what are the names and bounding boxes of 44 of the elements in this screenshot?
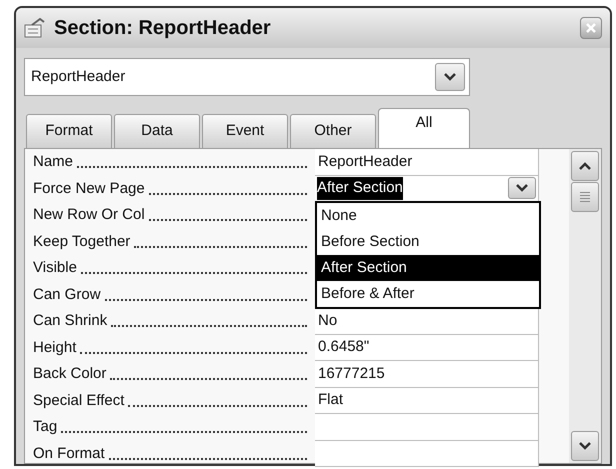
dropdown-button[interactable] <box>435 63 465 91</box>
scroll-down-button[interactable] <box>571 431 599 461</box>
property-value[interactable]: No <box>315 308 539 334</box>
tab[interactable]: Other <box>290 114 376 148</box>
property-label: Can Shrink <box>33 311 108 331</box>
chevron-up-icon <box>579 162 591 170</box>
property-label: On Format <box>33 444 105 464</box>
tab[interactable]: Event <box>202 114 288 148</box>
close-icon <box>585 22 597 34</box>
object-selector[interactable]: ReportHeader <box>24 58 470 96</box>
property-label: Can Grow <box>33 284 101 304</box>
property-label: Keep Together <box>33 232 130 252</box>
dropdown-button[interactable] <box>508 177 536 200</box>
dropdown-option[interactable]: After Section <box>317 255 539 281</box>
scroll-thumb[interactable] <box>571 182 599 212</box>
property-label: Special Effect <box>33 390 124 410</box>
scroll-up-button[interactable] <box>571 151 599 181</box>
property-label: Back Color <box>33 364 106 384</box>
property-label: Tag <box>33 417 58 437</box>
property-label: Height <box>33 338 76 358</box>
property-value[interactable]: 0.6458" <box>315 334 539 361</box>
property-label: Visible <box>33 258 77 278</box>
property-value[interactable]: ReportHeader <box>315 149 539 176</box>
scrollbar[interactable] <box>569 149 601 463</box>
chevron-down-icon <box>444 73 456 81</box>
property-value[interactable]: 16777215 <box>315 361 539 388</box>
tab[interactable]: Data <box>114 114 200 148</box>
property-value[interactable]: Flat <box>315 388 539 414</box>
property-sheet-icon <box>24 18 46 38</box>
chevron-down-icon <box>516 184 528 192</box>
property-value[interactable] <box>315 414 539 440</box>
property-label: New Row Or Col <box>33 205 145 225</box>
tab[interactable]: Format <box>26 114 112 148</box>
window-title: Section: ReportHeader <box>54 16 272 41</box>
property-value[interactable]: After Section <box>315 176 539 202</box>
property-value[interactable] <box>315 440 539 467</box>
dropdown-option[interactable]: Before & After <box>317 281 539 307</box>
dropdown-option[interactable]: Before Section <box>317 229 539 255</box>
close-button[interactable] <box>580 17 602 39</box>
tab[interactable]: All <box>378 108 470 148</box>
chevron-down-icon <box>579 442 591 450</box>
property-label: Name <box>33 152 74 172</box>
property-label: Force New Page <box>33 178 145 198</box>
dropdown-option[interactable]: None <box>317 203 539 229</box>
